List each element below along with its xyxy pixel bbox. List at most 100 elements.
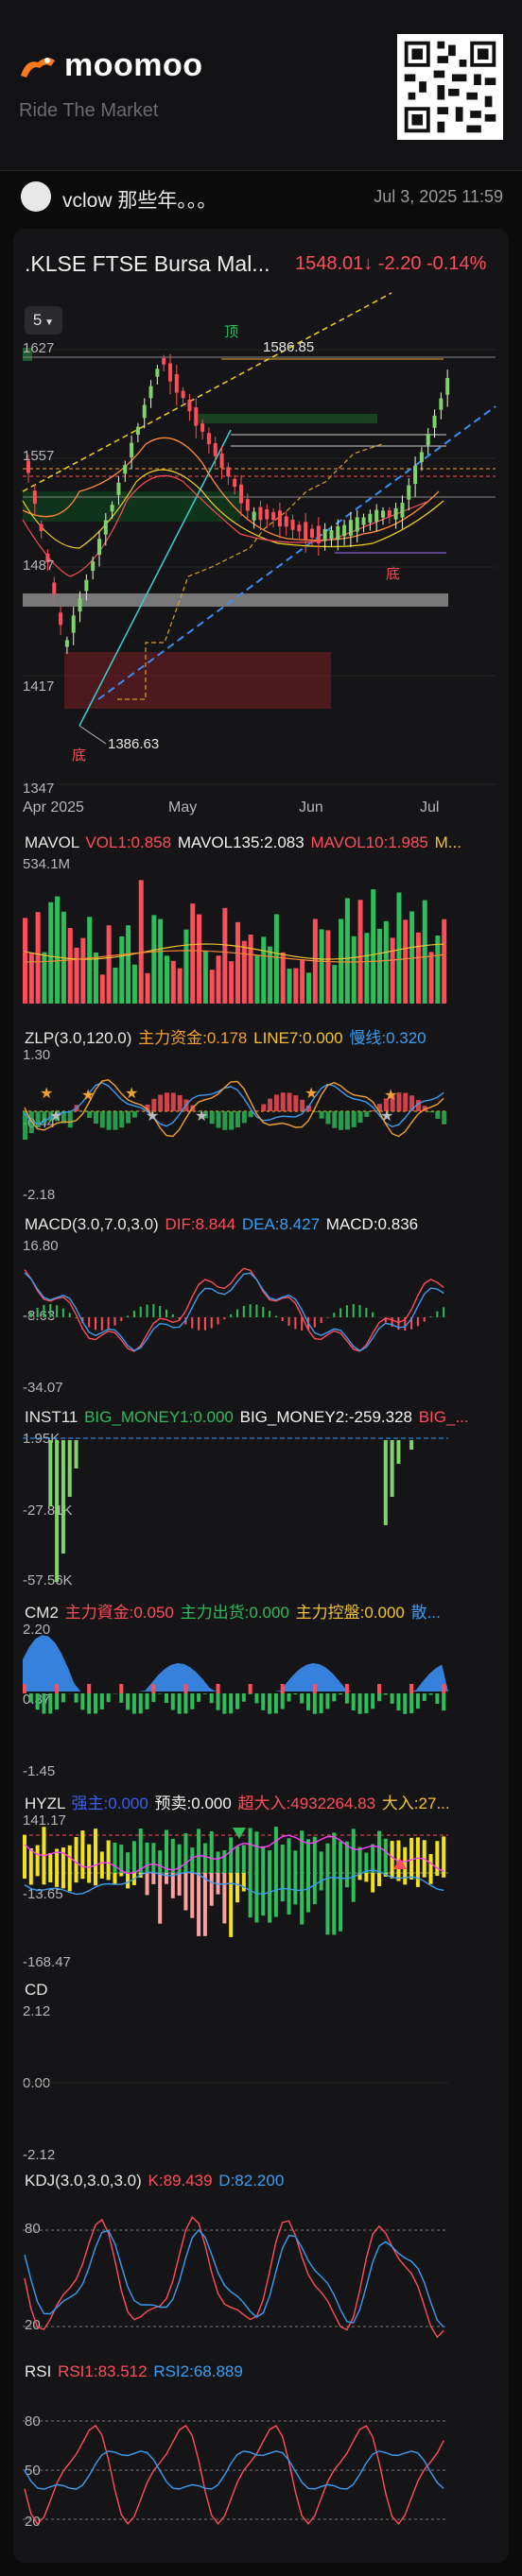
hyzl-bar [216, 1851, 220, 1873]
candle [400, 503, 405, 518]
hyzl-bar [106, 1873, 111, 1880]
username[interactable]: vclow 那些年。。。 [62, 185, 217, 214]
indicator-value: 主力出货:0.000 [180, 1604, 294, 1622]
rsi-panel[interactable] [23, 2389, 448, 2540]
candlestick-chart[interactable]: 顶 1586.85 1386.63 底 底 [22, 292, 503, 794]
volume-bar [35, 912, 41, 1004]
avatar[interactable] [21, 181, 51, 212]
candle [97, 539, 101, 556]
hyzl-bar [364, 1852, 369, 1873]
zlp-bar [241, 1111, 247, 1124]
period-selector[interactable]: 5 ▼ [25, 306, 62, 335]
hyzl-bar [113, 1873, 117, 1885]
zlp-bar [325, 1111, 331, 1125]
zlp-bar [261, 1104, 267, 1111]
cm2-bar [344, 1684, 349, 1693]
volume-bar [415, 932, 421, 1004]
indicator-value: MAVOL135:2.083 [177, 833, 309, 851]
hyzl-bar [35, 1845, 40, 1873]
down-arrow-icon [233, 1828, 246, 1839]
cm2-bar [28, 1693, 33, 1703]
candle [439, 398, 444, 410]
candle [426, 433, 430, 446]
candle [387, 510, 392, 517]
hyzl-bar [126, 1873, 130, 1889]
hyzl-bar [268, 1873, 272, 1923]
cm2-bar [23, 1684, 26, 1693]
price-change: -2.20 [377, 253, 422, 274]
volume-bar [131, 964, 137, 1004]
volume-bar [190, 903, 196, 1004]
inst-panel[interactable] [23, 1434, 448, 1586]
hyzl-bar [48, 1852, 53, 1873]
inst-bar [390, 1440, 394, 1497]
hyzl-bar [28, 1847, 33, 1873]
hyzl-bar [377, 1873, 381, 1887]
candle [310, 528, 314, 538]
hyzl-bar [332, 1873, 337, 1935]
hyzl-bar [170, 1838, 175, 1873]
cm2-bar [119, 1693, 124, 1703]
x-tick: May [168, 799, 198, 816]
candle [162, 357, 166, 365]
cm2-bar [351, 1693, 356, 1711]
zlp-panel[interactable]: ★ ★ ★ ★ ★ ★ ★ ★ ★ [23, 1053, 448, 1204]
kdj-panel[interactable] [23, 2198, 448, 2349]
zlp-bar [126, 1111, 131, 1124]
hyzl-bar [371, 1844, 375, 1873]
volume-bar [325, 930, 331, 1004]
hyzl-bar [325, 1873, 330, 1935]
cm2-bar [145, 1693, 149, 1709]
candle [52, 582, 57, 594]
panel-name: INST11 [25, 1408, 83, 1426]
cm2-bar [216, 1693, 220, 1710]
candle [64, 640, 69, 647]
cm2-bar [339, 1693, 343, 1695]
volume-bar [216, 955, 221, 1004]
candle [187, 399, 192, 412]
candle [168, 363, 172, 382]
volume-bar [119, 936, 125, 1004]
cm2-bar [87, 1684, 92, 1693]
ticker-name[interactable]: .KLSE FTSE Bursa Mal... [25, 251, 270, 277]
hyzl-bar [377, 1830, 381, 1873]
candle [110, 505, 114, 512]
volume-bar [344, 898, 350, 1004]
indicator-value: 散... [410, 1604, 441, 1622]
hyzl-bar [177, 1873, 182, 1896]
mavol-panel[interactable] [23, 862, 448, 1013]
panel-name: RSI [25, 2362, 57, 2380]
hyzl-bar [55, 1873, 60, 1887]
hyzl-bar [235, 1846, 239, 1873]
cm2-bar [248, 1684, 252, 1693]
hyzl-bar [48, 1873, 53, 1883]
star-icon: ★ [125, 1086, 138, 1102]
volume-bar [55, 896, 61, 1004]
cm2-bar [442, 1693, 446, 1711]
volume-bar [287, 969, 292, 1004]
cm2-bar [42, 1693, 46, 1714]
hyzl-panel[interactable] [23, 1816, 448, 1967]
candle [39, 524, 44, 532]
cm2-bar [273, 1693, 278, 1714]
cm2-panel[interactable] [23, 1625, 448, 1777]
volume-bar [99, 974, 105, 1004]
zlp-bar [287, 1092, 292, 1111]
hyzl-bar [229, 1837, 234, 1873]
dea-line [24, 1272, 444, 1352]
volume-bar [293, 968, 299, 1004]
hyzl-bar [319, 1851, 323, 1873]
cd-panel[interactable] [23, 2007, 448, 2158]
zlp-bar [435, 1111, 441, 1119]
indicator-value: 大入:27... [381, 1795, 450, 1812]
hyzl-bar [165, 1829, 168, 1873]
candle [322, 528, 327, 541]
panel-name: MAVOL [25, 833, 84, 851]
hyzl-bar [183, 1873, 188, 1911]
panel-name: HYZL [25, 1795, 70, 1812]
x-tick: Jul [420, 799, 440, 816]
zlp-bar [35, 1111, 41, 1128]
zlp-bar [428, 1111, 434, 1113]
macd-panel[interactable] [23, 1244, 448, 1395]
indicator-value: MAVOL10:1.985 [310, 833, 433, 851]
